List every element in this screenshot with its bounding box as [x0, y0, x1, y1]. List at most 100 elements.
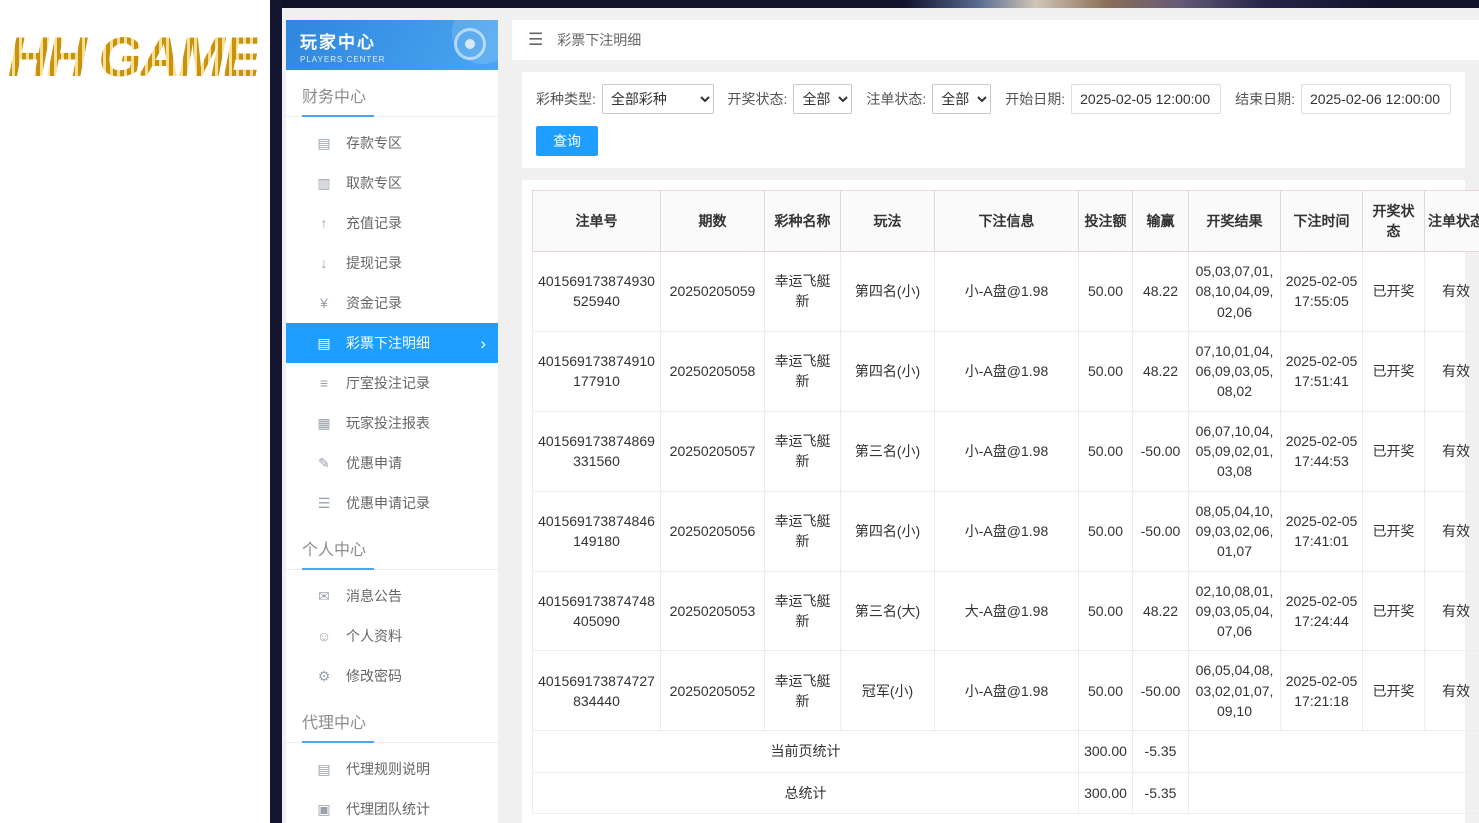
col-bet_info: 下注信息: [935, 191, 1079, 252]
sidebar-item-label: 优惠申请记录: [346, 493, 430, 513]
end-date-label: 结束日期:: [1235, 89, 1295, 109]
summary-winloss-total: -5.35: [1133, 731, 1189, 772]
cell-winloss: 48.22: [1133, 571, 1189, 651]
draw-status-select[interactable]: 全部: [793, 84, 852, 114]
sidebar-item-withdrawal-record[interactable]: ↓提现记录: [286, 243, 498, 283]
player-bet-report-icon: ▦: [316, 415, 332, 432]
sidebar-item-announcement[interactable]: ✉ 消息公告: [286, 576, 498, 616]
recharge-record-icon: ↑: [316, 215, 332, 231]
end-date-input[interactable]: [1301, 84, 1451, 114]
cell-draw_result: 07,10,01,04,06,09,03,05,08,02: [1189, 331, 1281, 411]
players-center-subtitle: PLAYERS CENTER: [300, 55, 484, 64]
cell-bet_amount: 50.00: [1079, 651, 1133, 731]
sidebar-item-label: 厅室投注记录: [346, 373, 430, 393]
lottery-type-label: 彩种类型:: [536, 89, 596, 109]
sidebar-item-label: 优惠申请: [346, 453, 402, 473]
sidebar-item-profile[interactable]: ☺ 个人资料: [286, 616, 498, 656]
col-winloss: 输赢: [1133, 191, 1189, 252]
summary-row: 当前页统计300.00-5.35: [533, 731, 1479, 772]
sidebar-item-promo-apply-records[interactable]: ☰ 优惠申请记录: [286, 483, 498, 523]
search-button[interactable]: 查询: [536, 126, 598, 156]
announcement-icon: ✉: [316, 588, 332, 605]
sidebar-item-label: 资金记录: [346, 293, 402, 313]
change-password-icon: ⚙: [316, 668, 332, 685]
sidebar-item-agent-team-stats[interactable]: ▣代理团队统计: [286, 789, 498, 823]
cell-period: 20250205059: [661, 252, 765, 332]
chevron-right-icon: ›: [480, 335, 486, 352]
cell-bet_info: 小-A盘@1.98: [935, 491, 1079, 571]
cell-bet_time: 2025-02-05 17:51:41: [1281, 331, 1363, 411]
sidebar-item-funds-record[interactable]: ¥ 资金记录: [286, 283, 498, 323]
cell-lottery_name: 幸运飞艇新: [765, 651, 841, 731]
cell-bet_status: 有效: [1425, 331, 1479, 411]
cell-winloss: -50.00: [1133, 411, 1189, 491]
sidebar-header: 玩家中心 PLAYERS CENTER: [286, 20, 498, 70]
cell-lottery_name: 幸运飞艇新: [765, 411, 841, 491]
sidebar-item-player-bet-report[interactable]: ▦ 玩家投注报表: [286, 403, 498, 443]
sidebar-item-withdraw[interactable]: ▥取款专区: [286, 163, 498, 203]
lottery-bet-details-icon: ▤: [316, 335, 332, 352]
bet-status-select[interactable]: 全部: [932, 84, 991, 114]
promo-apply-records-icon: ☰: [316, 495, 332, 512]
bets-table: 注单号期数彩种名称玩法下注信息投注额输赢开奖结果下注时间开奖状态注单状态 401…: [532, 190, 1479, 814]
table-row: 40156917387474840509020250205053幸运飞艇新第三名…: [533, 571, 1479, 651]
summary-bet-total: 300.00: [1079, 772, 1133, 813]
sidebar-item-label: 个人资料: [346, 626, 402, 646]
table-row: 40156917387484614918020250205056幸运飞艇新第四名…: [533, 491, 1479, 571]
sidebar-item-deposit[interactable]: ▤存款专区: [286, 123, 498, 163]
brand-logo: HH GAME: [8, 24, 258, 89]
sidebar-item-label: 提现记录: [346, 253, 402, 273]
sidebar-section-title: 个人中心: [286, 523, 498, 570]
sidebar-item-change-password[interactable]: ⚙修改密码: [286, 656, 498, 696]
cell-period: 20250205053: [661, 571, 765, 651]
sidebar-item-recharge-record[interactable]: ↑充值记录: [286, 203, 498, 243]
cell-bet_info: 大-A盘@1.98: [935, 571, 1079, 651]
cell-draw_status: 已开奖: [1363, 331, 1425, 411]
agent-team-stats-icon: ▣: [316, 801, 332, 818]
draw-status-label: 开奖状态:: [728, 89, 788, 109]
cell-bet_status: 有效: [1425, 651, 1479, 731]
cell-draw_status: 已开奖: [1363, 571, 1425, 651]
sidebar-section-title: 代理中心: [286, 696, 498, 743]
filter-panel: 彩种类型: 全部彩种 开奖状态: 全部 注单状态: 全部 开始日期: 结束日期:…: [522, 72, 1465, 168]
col-period: 期数: [661, 191, 765, 252]
cell-lottery_name: 幸运飞艇新: [765, 252, 841, 332]
col-draw_result: 开奖结果: [1189, 191, 1281, 252]
withdraw-icon: ▥: [316, 175, 332, 192]
cell-draw_result: 08,05,04,10,09,03,02,06,01,07: [1189, 491, 1281, 571]
cell-bet_time: 2025-02-05 17:21:18: [1281, 651, 1363, 731]
col-draw_status: 开奖状态: [1363, 191, 1425, 252]
sidebar-item-lottery-bet-details[interactable]: ▤彩票下注明细›: [286, 323, 498, 363]
filter-row: 彩种类型: 全部彩种 开奖状态: 全部 注单状态: 全部 开始日期: 结束日期:: [536, 84, 1451, 114]
sidebar-item-hall-bet-records[interactable]: ≡厅室投注记录: [286, 363, 498, 403]
cell-period: 20250205058: [661, 331, 765, 411]
cell-bet_amount: 50.00: [1079, 252, 1133, 332]
col-lottery_name: 彩种名称: [765, 191, 841, 252]
cell-bet_status: 有效: [1425, 252, 1479, 332]
cell-play: 第四名(小): [841, 491, 935, 571]
cell-lottery_name: 幸运飞艇新: [765, 331, 841, 411]
cell-play: 第三名(小): [841, 411, 935, 491]
sidebar-item-label: 消息公告: [346, 586, 402, 606]
funds-record-icon: ¥: [316, 295, 332, 311]
menu-toggle-icon[interactable]: ☰: [528, 30, 543, 50]
sidebar-item-agent-rules[interactable]: ▤代理规则说明: [286, 749, 498, 789]
cell-draw_result: 06,07,10,04,05,09,02,01,03,08: [1189, 411, 1281, 491]
summary-empty: [1189, 731, 1479, 772]
cell-bet_info: 小-A盘@1.98: [935, 651, 1079, 731]
cell-bet_time: 2025-02-05 17:44:53: [1281, 411, 1363, 491]
cell-winloss: -50.00: [1133, 491, 1189, 571]
table-header-row: 注单号期数彩种名称玩法下注信息投注额输赢开奖结果下注时间开奖状态注单状态: [533, 191, 1479, 252]
table-row: 40156917387491017791020250205058幸运飞艇新第四名…: [533, 331, 1479, 411]
cell-period: 20250205052: [661, 651, 765, 731]
summary-winloss-total: -5.35: [1133, 772, 1189, 813]
start-date-input[interactable]: [1071, 84, 1221, 114]
cell-bet_status: 有效: [1425, 491, 1479, 571]
cell-winloss: 48.22: [1133, 252, 1189, 332]
profile-icon: ☺: [316, 628, 332, 644]
lottery-type-select[interactable]: 全部彩种: [602, 84, 714, 114]
col-bet_no: 注单号: [533, 191, 661, 252]
sidebar-item-label: 玩家投注报表: [346, 413, 430, 433]
sidebar-item-promo-apply[interactable]: ✎优惠申请: [286, 443, 498, 483]
cell-draw_status: 已开奖: [1363, 651, 1425, 731]
